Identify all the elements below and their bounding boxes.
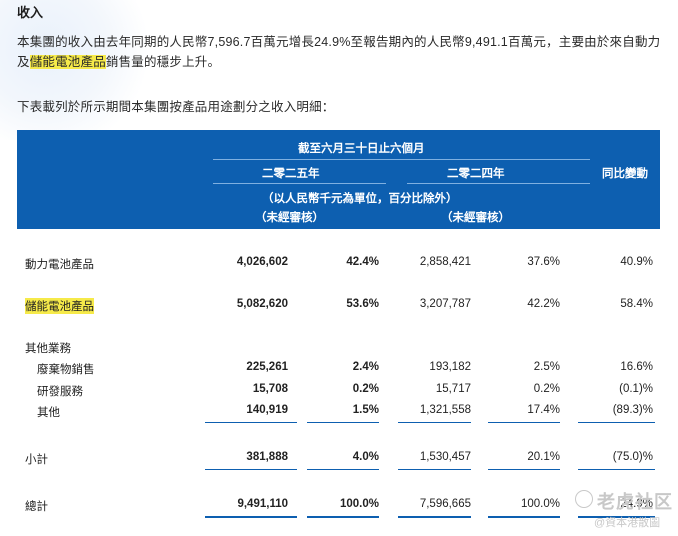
table-row: 研發服務 15,708 0.2% 15,717 0.2% (0.1)% [0,383,678,401]
row-label: 總計 [25,501,48,513]
revenue-2024: 1,321,558 [419,404,471,416]
percent-2025: 0.2% [352,383,379,395]
yoy-change: 16.6% [620,361,653,373]
yoy-change: 58.4% [620,298,653,310]
percent-2025: 1.5% [352,404,379,416]
yoy-change: 40.9% [620,256,653,268]
total-underline [307,516,379,518]
revenue-2025: 381,888 [246,451,288,463]
table-row: 廢棄物銷售 225,261 2.4% 193,182 2.5% 16.6% [0,361,678,379]
revenue-2025: 4,026,602 [236,256,288,268]
revenue-2025: 140,919 [246,404,288,416]
table-row: 動力電池產品 4,026,602 42.4% 2,858,421 37.6% 4… [0,256,678,274]
paragraph-text-2: 銷售量的穩步上升。 [105,55,221,69]
revenue-2024: 15,717 [435,383,471,395]
row-underline [398,469,471,470]
table-row: 小計 381,888 4.0% 1,530,457 20.1% (75.0)% [0,451,678,469]
watermark-subtext: @資本港散圖 [594,517,661,529]
table-row: 其他業務 [0,340,678,358]
percent-2024: 20.1% [527,451,560,463]
table-header: 截至六月三十日止六個月 二零二五年 二零二四年 同比變動 （以人民幣千元為單位，… [17,130,660,229]
watermark-text: 老虎社区 [597,492,673,512]
row-label: 廢棄物銷售 [37,364,95,376]
revenue-paragraph: 本集團的收入由去年同期的人民幣7,596.7百萬元增長24.9%至報告期內的人民… [17,32,667,72]
row-underline [488,469,560,470]
header-unit: （以人民幣千元為單位，百分比除外） [262,193,458,205]
yoy-change: (75.0)% [612,451,653,463]
revenue-2025: 5,082,620 [236,298,288,310]
revenue-2025: 225,261 [246,361,288,373]
header-unaudited-2024: （未經審核） [441,212,510,224]
yoy-change: (89.3)% [612,404,653,416]
table-row: 儲能電池產品 5,082,620 53.6% 3,207,787 42.2% 5… [0,298,678,316]
row-label: 研發服務 [37,386,83,398]
total-underline [398,516,471,518]
row-underline [578,422,655,423]
percent-2024: 17.4% [527,404,560,416]
revenue-2024: 1,530,457 [419,451,471,463]
row-underline [398,422,471,423]
total-underline [488,516,560,518]
percent-2024: 42.2% [527,298,560,310]
percent-2025: 42.4% [346,256,379,268]
row-label: 儲能電池產品 [25,298,94,314]
header-divider-2025 [213,183,386,184]
row-underline [488,422,560,423]
header-yoy: 同比變動 [602,168,648,180]
row-label: 其他業務 [25,343,71,355]
percent-2024: 37.6% [527,256,560,268]
revenue-2024: 193,182 [429,361,471,373]
revenue-2024: 2,858,421 [419,256,471,268]
yoy-change: (0.1)% [619,383,653,395]
revenue-2024: 3,207,787 [419,298,471,310]
revenue-2025: 15,708 [252,383,288,395]
watermark-logo-icon [575,490,593,508]
header-divider-2024 [407,183,590,184]
row-label: 其他 [37,407,60,419]
percent-2025: 2.4% [352,361,379,373]
row-label: 動力電池產品 [25,259,94,271]
header-year-2025: 二零二五年 [262,168,320,180]
row-label: 小計 [25,454,48,466]
row-underline [307,469,379,470]
revenue-2024: 7,596,665 [419,498,471,510]
header-year-2024: 二零二四年 [447,168,505,180]
percent-2024: 100.0% [520,498,560,510]
percent-2025: 100.0% [339,498,379,510]
row-underline [205,422,297,423]
total-underline [205,516,297,518]
header-divider [213,159,590,160]
percent-2024: 2.5% [533,361,560,373]
percent-2025: 53.6% [346,298,379,310]
table-intro: 下表載列於所示期間本集團按產品用途劃分之收入明細： [17,100,335,114]
revenue-2025: 9,491,110 [237,498,288,510]
table-row: 其他 140,919 1.5% 1,321,558 17.4% (89.3)% [0,404,678,422]
row-underline [307,422,379,423]
highlighted-text: 儲能電池產品 [29,55,106,69]
percent-2025: 4.0% [352,451,379,463]
header-unaudited-2025: （未經審核） [255,212,324,224]
row-underline [205,469,297,470]
section-title: 收入 [17,5,44,20]
row-underline [578,469,655,470]
header-period: 截至六月三十日止六個月 [298,143,425,155]
percent-2024: 0.2% [533,383,560,395]
